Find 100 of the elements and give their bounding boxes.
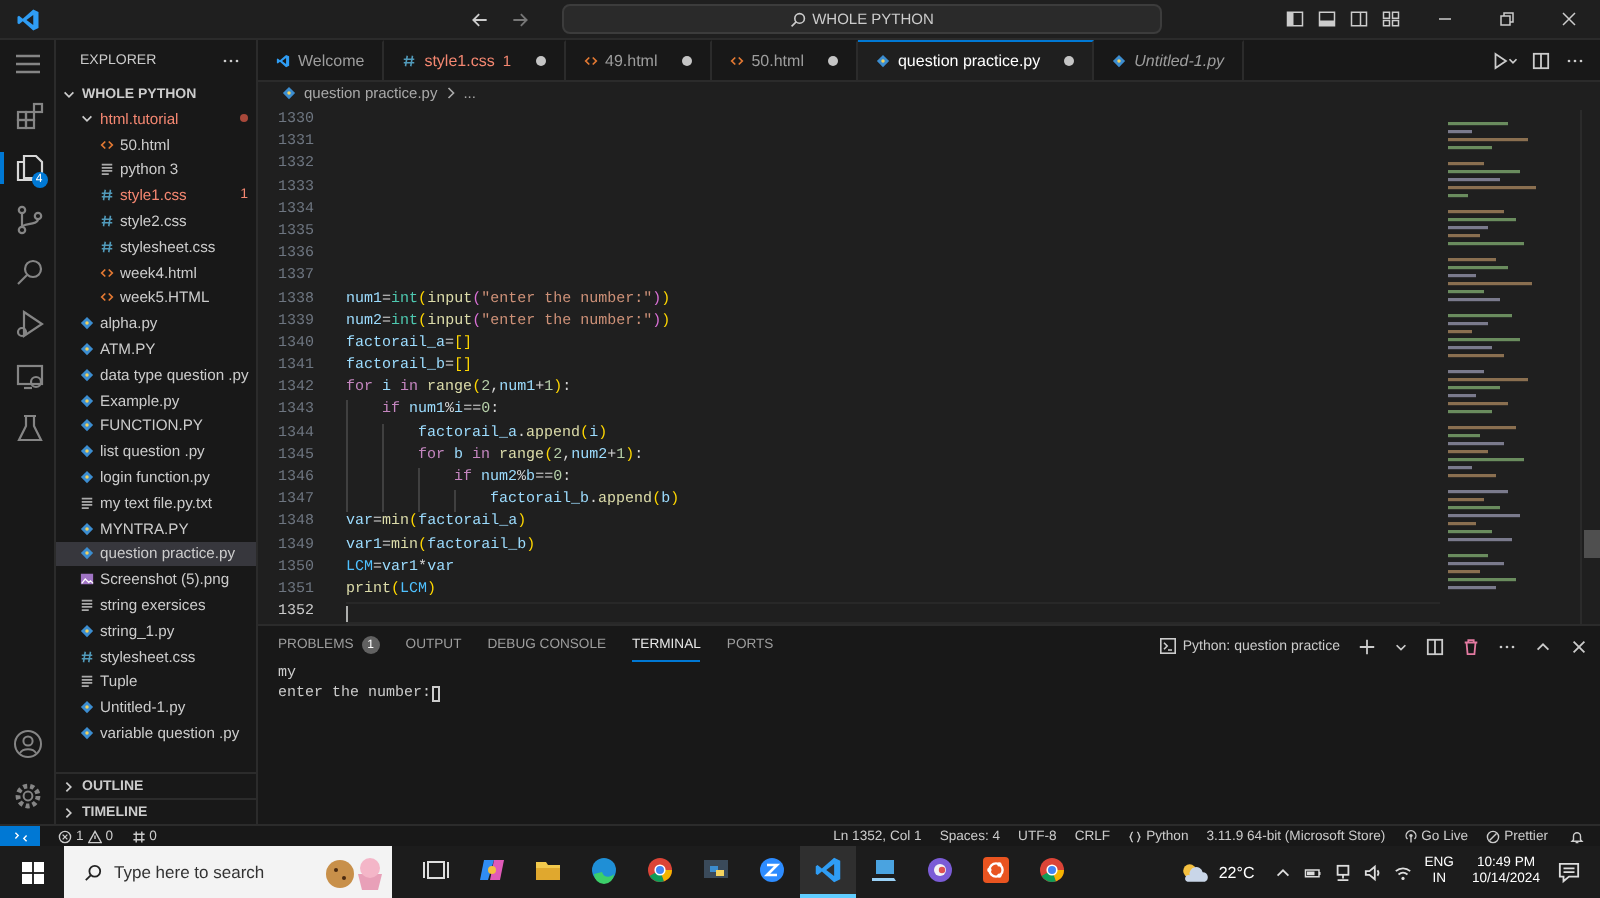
terminal-cursor (431, 686, 440, 703)
windows-start-icon[interactable] (22, 861, 44, 883)
python-file-icon (1112, 54, 1127, 68)
broadcast-icon (1403, 829, 1418, 843)
circle-of-friends-icon[interactable] (982, 856, 1010, 884)
cookie-cupcake-drawing (324, 854, 384, 890)
python-file-icon (80, 393, 94, 408)
scm-icon[interactable] (13, 204, 45, 236)
secondary-sidebar-icon[interactable] (1350, 10, 1368, 28)
angle-brackets-icon (100, 290, 114, 305)
vscode-logo-icon (16, 7, 40, 31)
chevron-right-icon (445, 86, 456, 100)
angle-brackets-icon (583, 54, 597, 68)
braces-icon (1128, 829, 1143, 843)
image-file-icon (80, 572, 94, 587)
split-terminal-icon[interactable] (1426, 637, 1444, 655)
add-icon[interactable] (1358, 637, 1376, 655)
ports-icon (131, 829, 146, 843)
remote-icon[interactable] (13, 829, 27, 843)
editor-tab[interactable]: question practice.py (857, 40, 1095, 80)
text-cursor (346, 606, 348, 623)
scrollbar-thumb[interactable] (1584, 530, 1600, 558)
close-icon[interactable] (1570, 637, 1588, 655)
python-file-icon (80, 546, 94, 561)
python-file-icon (80, 444, 94, 459)
unsaved-dot[interactable] (681, 56, 692, 66)
python-file-icon (80, 470, 94, 485)
trash-icon[interactable] (1462, 637, 1480, 655)
text-lines-icon (80, 674, 94, 689)
text-lines-icon (100, 162, 114, 177)
browser-logo-icon[interactable] (1038, 856, 1066, 884)
speaker-icon[interactable] (1364, 863, 1383, 881)
angle-brackets-icon (729, 54, 744, 68)
ring-logo-icon[interactable] (926, 856, 954, 884)
python-file-icon (80, 700, 94, 715)
text-lines-icon (80, 495, 94, 510)
extensions-icon[interactable] (13, 100, 45, 132)
temperature[interactable]: 22°C (1218, 863, 1255, 881)
text-lines-icon (80, 598, 94, 613)
python-app-icon[interactable] (702, 856, 730, 884)
vscode-logo-icon (276, 54, 290, 68)
zoom-letter-icon[interactable] (758, 856, 786, 884)
testing-icon[interactable] (13, 412, 45, 444)
back-arrow-icon[interactable] (470, 9, 490, 29)
wave-logo-icon[interactable] (590, 856, 618, 884)
hash-icon (402, 54, 417, 68)
slashed-circle-icon (1486, 829, 1501, 843)
search-icon[interactable] (13, 256, 45, 288)
wifi-icon[interactable] (1394, 863, 1413, 881)
python-file-icon (80, 623, 94, 638)
settings-icon[interactable] (11, 780, 43, 812)
panel-toggle-icon[interactable] (1318, 10, 1336, 28)
sun-cloud-icon[interactable] (1178, 859, 1211, 885)
editor-tab[interactable]: Untitled-1.py (1094, 40, 1245, 80)
terminal-icon (1160, 638, 1177, 654)
unsaved-dot[interactable] (535, 56, 545, 66)
forward-arrow-icon[interactable] (510, 9, 530, 29)
editor-tab[interactable]: 49.html (565, 40, 712, 80)
python-file-icon (80, 418, 94, 433)
search-icon (84, 863, 102, 881)
chevron-down-icon[interactable] (1394, 639, 1408, 653)
unsaved-dot[interactable] (827, 56, 838, 66)
browser-logo-icon[interactable] (646, 856, 674, 884)
remote-icon[interactable] (13, 360, 45, 392)
more-actions-icon[interactable] (222, 58, 240, 64)
account-icon[interactable] (11, 728, 43, 760)
run-icon[interactable] (13, 308, 45, 340)
folder-icon[interactable] (534, 856, 562, 884)
python-file-icon (80, 521, 94, 536)
warning-icon (87, 829, 102, 843)
python-file-icon (282, 86, 296, 100)
editor-tab[interactable]: Welcome (258, 40, 385, 80)
vscode-logo-icon[interactable] (814, 856, 842, 884)
python-file-icon (80, 342, 94, 357)
task-view-icon[interactable] (422, 856, 450, 884)
python-file-icon (875, 54, 890, 68)
layout-icon[interactable] (1382, 10, 1400, 28)
hash-icon (100, 188, 114, 203)
laptop-icon[interactable] (870, 856, 898, 884)
hash-icon (80, 649, 94, 664)
error-icon (58, 829, 72, 843)
angle-brackets-icon (100, 137, 114, 152)
python-file-icon (80, 726, 94, 741)
explorer-icon[interactable] (13, 152, 45, 184)
swirl-logo-icon[interactable] (478, 856, 506, 884)
unsaved-dot[interactable] (1064, 56, 1075, 66)
taskbar-search-field[interactable]: Type here to search (64, 846, 392, 898)
network-icon[interactable] (1334, 863, 1353, 881)
sidebar-toggle-icon[interactable] (1286, 10, 1304, 28)
close-icon[interactable] (1560, 10, 1578, 28)
angle-brackets-icon (100, 265, 114, 280)
notification-center-icon[interactable] (1558, 861, 1580, 883)
search-icon (790, 11, 807, 27)
notifications-icon[interactable] (1570, 829, 1584, 843)
hash-icon (100, 239, 114, 254)
split-editor-icon[interactable] (1532, 51, 1550, 69)
battery-icon[interactable] (1304, 863, 1323, 881)
hash-icon (100, 214, 114, 229)
restore-icon[interactable] (1498, 10, 1516, 28)
run-icon[interactable] (1492, 51, 1520, 69)
